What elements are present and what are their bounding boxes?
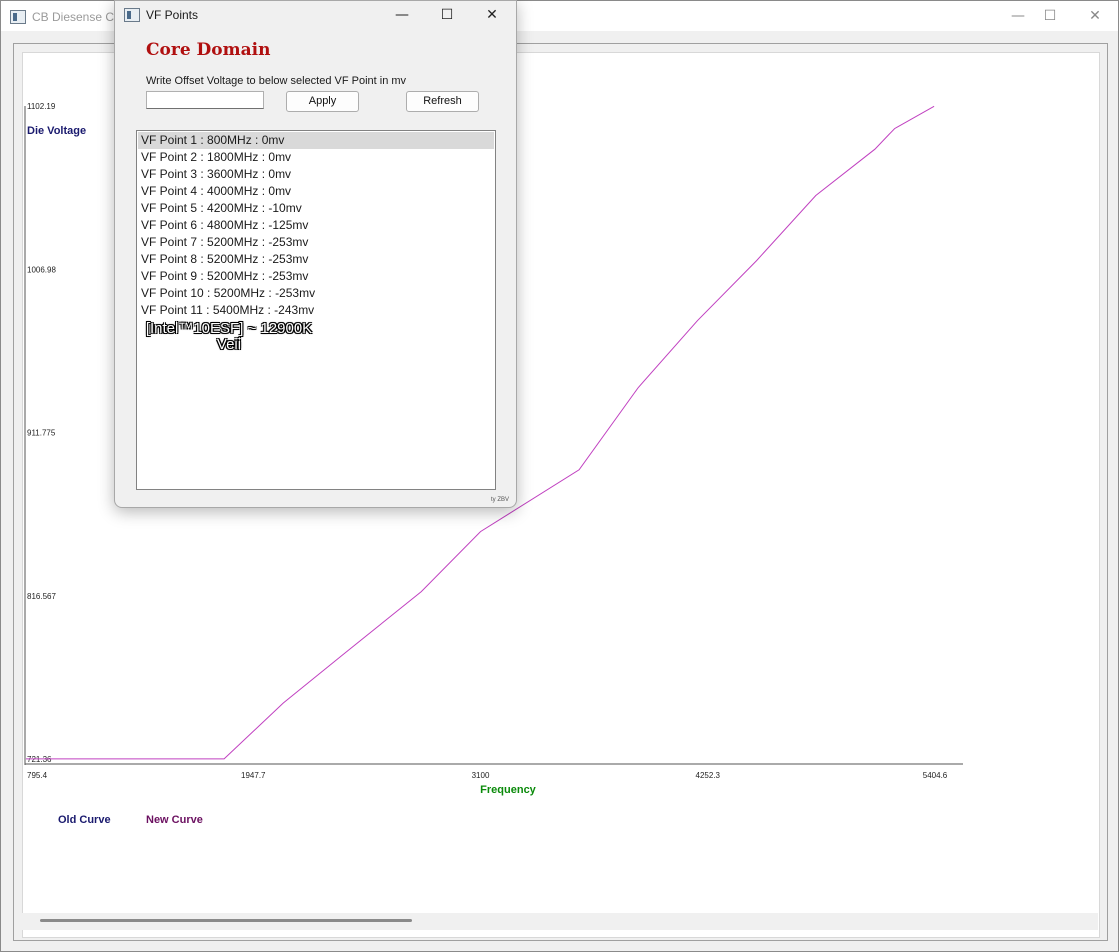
legend-new-curve: New Curve (146, 814, 203, 826)
watermark-line-1: [Intel™10ESF] ~ 12900K (145, 320, 313, 337)
maximize-button[interactable]: ☐ (1027, 1, 1073, 31)
x-tick-label: 795.4 (27, 771, 48, 780)
vf-point-item[interactable]: VF Point 1 : 800MHz : 0mv (138, 132, 494, 149)
core-domain-title: Core Domain (146, 40, 271, 60)
vf-points-list[interactable]: VF Point 1 : 800MHz : 0mv VF Point 2 : 18… (136, 130, 496, 490)
watermark-line-2: Veii (216, 336, 242, 353)
y-tick-label: 911.775 (27, 429, 56, 438)
y-tick-label: 1102.19 (27, 102, 56, 111)
horizontal-scrollbar[interactable] (22, 913, 1098, 930)
apply-button[interactable]: Apply (286, 91, 359, 112)
vf-point-item[interactable]: VF Point 9 : 5200MHz : -253mv (138, 268, 494, 285)
dialog-title: VF Points (146, 8, 199, 22)
dialog-minimize-button[interactable]: — (379, 1, 425, 29)
vf-point-item[interactable]: VF Point 2 : 1800MHz : 0mv (138, 149, 494, 166)
credit-text: ty ZBV (491, 497, 510, 503)
y-tick-label: 721.36 (27, 755, 52, 764)
vf-point-item[interactable]: VF Point 10 : 5200MHz : -253mv (138, 285, 494, 302)
x-tick-label: 3100 (472, 771, 490, 780)
dialog-maximize-button[interactable]: ☐ (424, 1, 470, 29)
y-tick-label: 1006.98 (27, 265, 56, 274)
dialog-close-button[interactable]: ✕ (469, 1, 515, 29)
scrollbar-thumb[interactable] (40, 919, 412, 922)
main-window-title: CB Diesense Cu (32, 10, 121, 24)
app-icon (10, 10, 26, 24)
vf-point-item[interactable]: VF Point 4 : 4000MHz : 0mv (138, 183, 494, 200)
x-tick-label: 4252.3 (696, 771, 721, 780)
x-tick-label: 1947.7 (241, 771, 266, 780)
x-axis-label: Frequency (480, 784, 537, 796)
offset-instruction: Write Offset Voltage to below selected V… (146, 75, 407, 87)
vf-point-item[interactable]: VF Point 3 : 3600MHz : 0mv (138, 166, 494, 183)
dialog-app-icon (124, 8, 140, 22)
dialog-titlebar[interactable]: VF Points — ☐ ✕ (115, 1, 516, 29)
vf-point-item[interactable]: VF Point 7 : 5200MHz : -253mv (138, 234, 494, 251)
x-tick-label: 5404.6 (923, 771, 948, 780)
vf-point-item[interactable]: VF Point 6 : 4800MHz : -125mv (138, 217, 494, 234)
offset-voltage-input[interactable] (146, 91, 264, 109)
y-tick-label: 816.567 (27, 592, 56, 601)
vf-point-item[interactable]: VF Point 11 : 5400MHz : -243mv (138, 302, 494, 319)
vf-point-item[interactable]: VF Point 5 : 4200MHz : -10mv (138, 200, 494, 217)
legend-old-curve: Old Curve (58, 814, 111, 826)
y-axis-label: Die Voltage (27, 125, 86, 137)
refresh-button[interactable]: Refresh (406, 91, 479, 112)
close-button[interactable]: ✕ (1072, 1, 1118, 31)
watermark-text: [Intel™10ESF] ~ 12900K Veii (141, 321, 317, 353)
vf-point-item[interactable]: VF Point 8 : 5200MHz : -253mv (138, 251, 494, 268)
vf-points-dialog: VF Points — ☐ ✕ Core Domain Write Offset… (114, 0, 517, 508)
